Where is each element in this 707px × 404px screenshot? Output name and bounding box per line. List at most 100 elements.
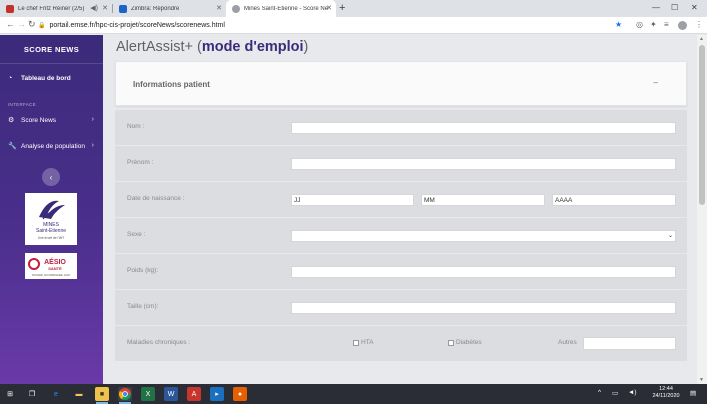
page-scrollbar[interactable]: ▲ ▼ — [697, 35, 707, 384]
chevron-right-icon: › — [91, 142, 94, 149]
lock-icon: 🔒 — [38, 23, 46, 29]
field-label: Prénom : — [127, 159, 154, 166]
zimbra-favicon-icon — [119, 4, 127, 13]
sidebar-item-dashboard[interactable]: ◔ Tableau de bord — [8, 75, 71, 82]
new-tab-button[interactable]: + — [339, 2, 345, 14]
checkbox-label: HTA — [361, 339, 374, 346]
profile-avatar[interactable] — [678, 21, 687, 30]
back-icon[interactable]: ← — [6, 19, 15, 29]
dob-day-input[interactable]: JJ — [291, 194, 414, 206]
prenom-input[interactable] — [291, 158, 676, 170]
extension-puzzle-icon[interactable]: ✦ — [650, 20, 657, 29]
firefox-icon[interactable]: ● — [233, 387, 247, 401]
reload-icon[interactable]: ↻ — [28, 19, 36, 30]
dob-year-input[interactable]: AAAA — [552, 194, 676, 206]
task-view-icon[interactable]: ❐ — [25, 387, 39, 401]
extension-icon[interactable]: ◎ — [636, 20, 643, 29]
sidebar-toggle-button[interactable]: ‹ — [42, 168, 60, 186]
scroll-up-icon[interactable]: ▲ — [699, 36, 704, 42]
sticky-app-icon[interactable]: ■ — [95, 387, 109, 404]
notifications-icon[interactable]: ▤ — [690, 389, 696, 397]
diabetes-checkbox[interactable]: Diabètes — [448, 339, 482, 346]
taille-input[interactable] — [291, 302, 676, 314]
field-label: Taille (cm): — [127, 303, 159, 310]
checkbox-label: Diabètes — [456, 339, 482, 346]
user-guide-link[interactable]: mode d'emploi — [202, 39, 304, 55]
patient-info-card-header[interactable]: Informations patient – — [115, 61, 687, 106]
collapse-icon[interactable]: – — [654, 78, 658, 87]
dob-month-input[interactable]: MM — [421, 194, 545, 206]
chevron-left-icon: ‹ — [49, 172, 53, 182]
form-row-prenom: Prénom : — [115, 146, 687, 182]
section-label: INTERFACE — [8, 102, 36, 107]
browser-toolbar: ← → ↻ 🔒 portail.emse.fr/hpc-cis-projet/s… — [0, 17, 707, 34]
windows-start-icon[interactable]: ⊞ — [3, 387, 17, 401]
taskbar-clock[interactable]: 12:44 24/11/2020 — [652, 386, 680, 400]
chrome-icon[interactable] — [118, 387, 132, 404]
volume-icon[interactable]: ◄) — [628, 389, 637, 396]
form-row-date-naissance: Date de naissance : JJ MM AAAA — [115, 182, 687, 218]
field-label: Nom : — [127, 123, 145, 130]
sidebar-item-label: Score News — [21, 116, 57, 124]
forward-icon[interactable]: → — [17, 19, 26, 29]
file-explorer-icon[interactable]: ▬ — [72, 387, 86, 401]
bookmark-star-icon[interactable]: ★ — [615, 20, 622, 29]
form-row-poids: Poids (kg): — [115, 254, 687, 290]
gear-icon: ⚙ — [8, 117, 15, 124]
word-icon[interactable]: W — [164, 387, 178, 401]
scroll-down-icon[interactable]: ▼ — [699, 377, 704, 383]
audio-playing-icon[interactable]: ◀) — [90, 4, 98, 12]
acrobat-icon[interactable]: A — [187, 387, 201, 401]
sidebar-item-score-news[interactable]: ⚙ Score News — [8, 116, 57, 125]
close-tab-icon[interactable]: ✕ — [102, 4, 108, 12]
page-title: AlertAssist+ (mode d'emploi) — [116, 39, 308, 55]
close-tab-icon[interactable]: ✕ — [216, 4, 222, 12]
poids-input[interactable] — [291, 266, 676, 278]
nom-input[interactable] — [291, 122, 676, 134]
sexe-select[interactable]: ⌄ — [291, 230, 676, 242]
sidebar-item-label: Tableau de bord — [21, 75, 71, 82]
tray-up-icon[interactable]: ^ — [598, 389, 601, 396]
excel-icon[interactable]: X — [141, 387, 155, 401]
tab-score-news[interactable]: Mines Saint-Etienne - Score News ✕ — [226, 0, 336, 17]
close-tab-icon[interactable]: ✕ — [326, 4, 332, 12]
minimize-icon[interactable]: — — [652, 3, 660, 12]
hta-checkbox[interactable]: HTA — [353, 339, 374, 346]
logo-text: SANTÉ — [48, 266, 62, 271]
wrench-icon: 🔧 — [8, 143, 17, 150]
autres-input[interactable] — [583, 337, 676, 350]
logo-text: AÉSIO — [44, 257, 66, 266]
main-content: AlertAssist+ (mode d'emploi) Information… — [103, 35, 697, 384]
powershell-icon[interactable]: ▸ — [210, 387, 224, 401]
sidebar-brand[interactable]: SCORE NEWS — [0, 45, 103, 54]
browser-tab-strip: Le chef Fritz Reiner (2/5) ◀) ✕ Zimbra: … — [0, 0, 707, 17]
form-row-sexe: Sexe : ⌄ — [115, 218, 687, 254]
globe-favicon-icon — [232, 4, 240, 13]
dashboard-icon: ◔ — [8, 75, 13, 82]
address-bar[interactable]: 🔒 portail.emse.fr/hpc-cis-projet/scoreNe… — [38, 19, 225, 32]
field-label: Sexe : — [127, 231, 146, 238]
media-control-icon[interactable]: ≡ — [664, 20, 669, 29]
menu-dots-icon[interactable]: ⋮ — [695, 20, 703, 29]
form-row-maladies: Maladies chroniques : HTA Diabètes Autre… — [115, 326, 687, 362]
sidebar-item-analyse-population[interactable]: 🔧 Analyse de population — [8, 142, 85, 151]
aesio-sante-logo: AÉSIO SANTÉ BOUGER, ACCOMPAGNER, AGIR — [25, 253, 77, 279]
close-icon[interactable]: ✕ — [691, 3, 698, 12]
windows-taskbar: ⊞ ❐ e ▬ ■ X W A ▸ ● ^ ▭ ◄) 12:44 24/11/2… — [0, 384, 707, 404]
divider — [0, 63, 103, 64]
logo-text: Saint-Etienne — [36, 228, 66, 234]
field-label: Date de naissance : — [127, 195, 185, 202]
autres-label: Autres — [558, 339, 577, 346]
checkbox-box[interactable] — [353, 339, 359, 346]
tab-youtube[interactable]: Le chef Fritz Reiner (2/5) ◀) ✕ — [0, 0, 112, 17]
clock-date: 24/11/2020 — [652, 393, 680, 399]
checkbox-box[interactable] — [448, 339, 454, 346]
url-text: portail.emse.fr/hpc-cis-projet/scoreNews… — [49, 22, 225, 29]
scrollbar-thumb[interactable] — [699, 45, 705, 205]
maximize-icon[interactable]: ☐ — [671, 3, 678, 12]
tab-zimbra[interactable]: Zimbra: Répondre ✕ — [113, 0, 226, 17]
page-title-text: AlertAssist+ ( — [116, 39, 202, 55]
internet-explorer-icon[interactable]: e — [49, 387, 63, 401]
chevron-right-icon: › — [91, 116, 94, 123]
network-icon[interactable]: ▭ — [612, 389, 618, 397]
